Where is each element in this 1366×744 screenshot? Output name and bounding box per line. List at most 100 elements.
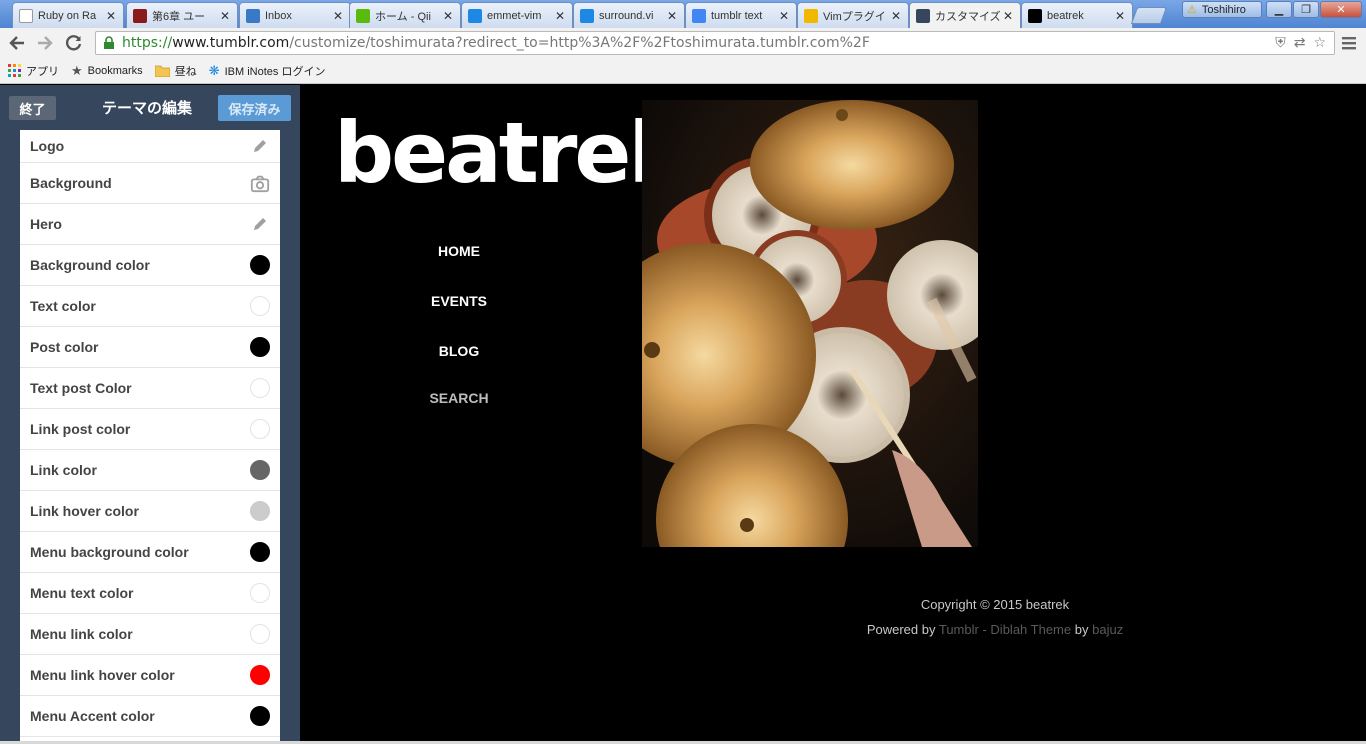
option-menu-text-color[interactable]: Menu text color xyxy=(20,573,280,614)
saved-button[interactable]: 保存済み xyxy=(218,95,291,121)
browser-tab[interactable]: emmet-vim ✕ xyxy=(461,2,573,28)
color-swatch[interactable] xyxy=(250,255,270,275)
close-tab-icon[interactable]: ✕ xyxy=(554,9,566,23)
translate-icon[interactable]: ⇄ xyxy=(1294,35,1306,51)
color-swatch[interactable] xyxy=(250,706,270,726)
close-tab-icon[interactable]: ✕ xyxy=(332,9,344,23)
option-label: Menu text color xyxy=(30,585,134,601)
menu-events[interactable]: EVENTS xyxy=(384,293,534,309)
close-tab-icon[interactable]: ✕ xyxy=(666,9,678,23)
bookmark-folder[interactable]: 昼ね xyxy=(154,63,197,79)
pencil-icon[interactable] xyxy=(250,136,270,156)
back-button[interactable] xyxy=(6,32,28,54)
bookmarks-bar: アプリ ★ Bookmarks 昼ね ❋ IBM iNotes ログイン xyxy=(0,58,1366,84)
color-swatch[interactable] xyxy=(250,624,270,644)
close-tab-icon[interactable]: ✕ xyxy=(1114,9,1126,23)
browser-tab[interactable]: Vimプラグイ ✕ xyxy=(797,2,909,28)
blog-logo[interactable]: beatrek xyxy=(334,111,684,195)
color-swatch[interactable] xyxy=(250,665,270,685)
reload-button[interactable] xyxy=(63,32,85,54)
profile-button[interactable]: ⚠ Toshihiro xyxy=(1182,1,1262,18)
close-tab-icon[interactable]: ✕ xyxy=(105,9,117,23)
bookmark-label: IBM iNotes ログイン xyxy=(224,65,326,78)
beatrek-icon xyxy=(1028,8,1042,23)
close-tab-icon[interactable]: ✕ xyxy=(778,9,790,23)
grid-icon xyxy=(246,8,260,23)
tab-title: tumblr text xyxy=(711,9,763,22)
powered-by-word: by xyxy=(1074,622,1089,637)
option-text-color[interactable]: Text color xyxy=(20,286,280,327)
shield-icon[interactable]: ⛨ xyxy=(1275,35,1286,51)
document-icon xyxy=(19,8,33,23)
color-swatch[interactable] xyxy=(250,542,270,562)
tab-title: カスタマイズ xyxy=(935,11,1001,23)
color-swatch[interactable] xyxy=(250,419,270,439)
reload-icon xyxy=(66,35,82,51)
menu-icon[interactable] xyxy=(1340,34,1358,52)
browser-tab[interactable]: Inbox ✕ xyxy=(239,2,351,28)
option-menu-background-color[interactable]: Menu background color xyxy=(20,532,280,573)
option-link-color[interactable]: Link color xyxy=(20,450,280,491)
color-swatch[interactable] xyxy=(250,337,270,357)
theme-edit-title: テーマの編集 xyxy=(102,100,193,117)
profile-name: Toshihiro xyxy=(1201,3,1246,16)
browser-tab[interactable]: Ruby on Ra ✕ xyxy=(12,2,124,28)
forward-button[interactable] xyxy=(34,32,56,54)
address-bar[interactable]: https://www.tumblr.com/customize/toshimu… xyxy=(95,31,1335,55)
camera-icon[interactable] xyxy=(250,173,270,193)
option-background-color[interactable]: Background color xyxy=(20,245,280,286)
folder-icon xyxy=(154,65,170,77)
theme-options-list: Logo Background Hero Background color Text c… xyxy=(20,130,280,744)
bookmark-label: Bookmarks xyxy=(87,64,143,77)
browser-tab[interactable]: surround.vi ✕ xyxy=(573,2,685,28)
close-window-button[interactable]: ✕ xyxy=(1320,1,1362,18)
author-link[interactable]: bajuz xyxy=(1092,622,1123,637)
option-label: Post color xyxy=(30,339,99,355)
option-post-color[interactable]: Post color xyxy=(20,327,280,368)
browser-tab[interactable]: カスタマイズ ✕ xyxy=(909,2,1021,29)
option-logo[interactable]: Logo xyxy=(20,130,280,163)
close-tab-icon[interactable]: ✕ xyxy=(1002,9,1014,23)
tab-title: emmet-vim xyxy=(487,9,542,22)
color-swatch[interactable] xyxy=(250,460,270,480)
browser-tab[interactable]: ホーム - Qii ✕ xyxy=(349,2,461,28)
browser-tab[interactable]: beatrek ✕ xyxy=(1021,2,1133,28)
color-swatch[interactable] xyxy=(250,501,270,521)
menu-search[interactable]: SEARCH xyxy=(384,390,534,406)
star-bookmark-icon[interactable]: ☆ xyxy=(1313,35,1326,51)
color-swatch[interactable] xyxy=(250,378,270,398)
theme-link[interactable]: Diblah Theme xyxy=(990,622,1071,637)
new-tab-button[interactable] xyxy=(1130,7,1168,24)
option-hero[interactable]: Hero xyxy=(20,204,280,245)
close-tab-icon[interactable]: ✕ xyxy=(442,9,454,23)
option-label: Link color xyxy=(30,462,97,478)
tab-title: Ruby on Ra xyxy=(38,9,97,22)
pencil-icon[interactable] xyxy=(250,214,270,234)
color-swatch[interactable] xyxy=(250,583,270,603)
close-tab-icon[interactable]: ✕ xyxy=(219,9,231,23)
browser-tab[interactable]: tumblr text ✕ xyxy=(685,2,797,28)
option-label: Menu background color xyxy=(30,544,189,560)
menu-home[interactable]: HOME xyxy=(384,243,534,259)
bookmark-label: アプリ xyxy=(26,65,59,78)
color-swatch[interactable] xyxy=(250,296,270,316)
option-link-hover-color[interactable]: Link hover color xyxy=(20,491,280,532)
book-icon xyxy=(133,8,147,23)
option-label: Text post Color xyxy=(30,380,132,396)
menu-blog[interactable]: BLOG xyxy=(384,343,534,359)
tumblr-link[interactable]: Tumblr xyxy=(939,622,979,637)
bookmark-bookmarks[interactable]: ★ Bookmarks xyxy=(71,63,143,79)
minimize-button[interactable]: ▁ xyxy=(1266,1,1292,18)
bookmark-ibm[interactable]: ❋ IBM iNotes ログイン xyxy=(209,63,326,79)
option-menu-link-hover-color[interactable]: Menu link hover color xyxy=(20,655,280,696)
option-menu-accent-color[interactable]: Menu Accent color xyxy=(20,696,280,737)
bookmark-apps[interactable]: アプリ xyxy=(8,63,59,79)
option-menu-link-color[interactable]: Menu link color xyxy=(20,614,280,655)
browser-tab[interactable]: 第6章 ユー ✕ xyxy=(126,2,238,28)
exit-button[interactable]: 終了 xyxy=(9,96,56,120)
restore-button[interactable]: ❐ xyxy=(1293,1,1319,18)
option-text-post-color[interactable]: Text post Color xyxy=(20,368,280,409)
option-background[interactable]: Background xyxy=(20,163,280,204)
option-link-post-color[interactable]: Link post color xyxy=(20,409,280,450)
close-tab-icon[interactable]: ✕ xyxy=(890,9,902,23)
